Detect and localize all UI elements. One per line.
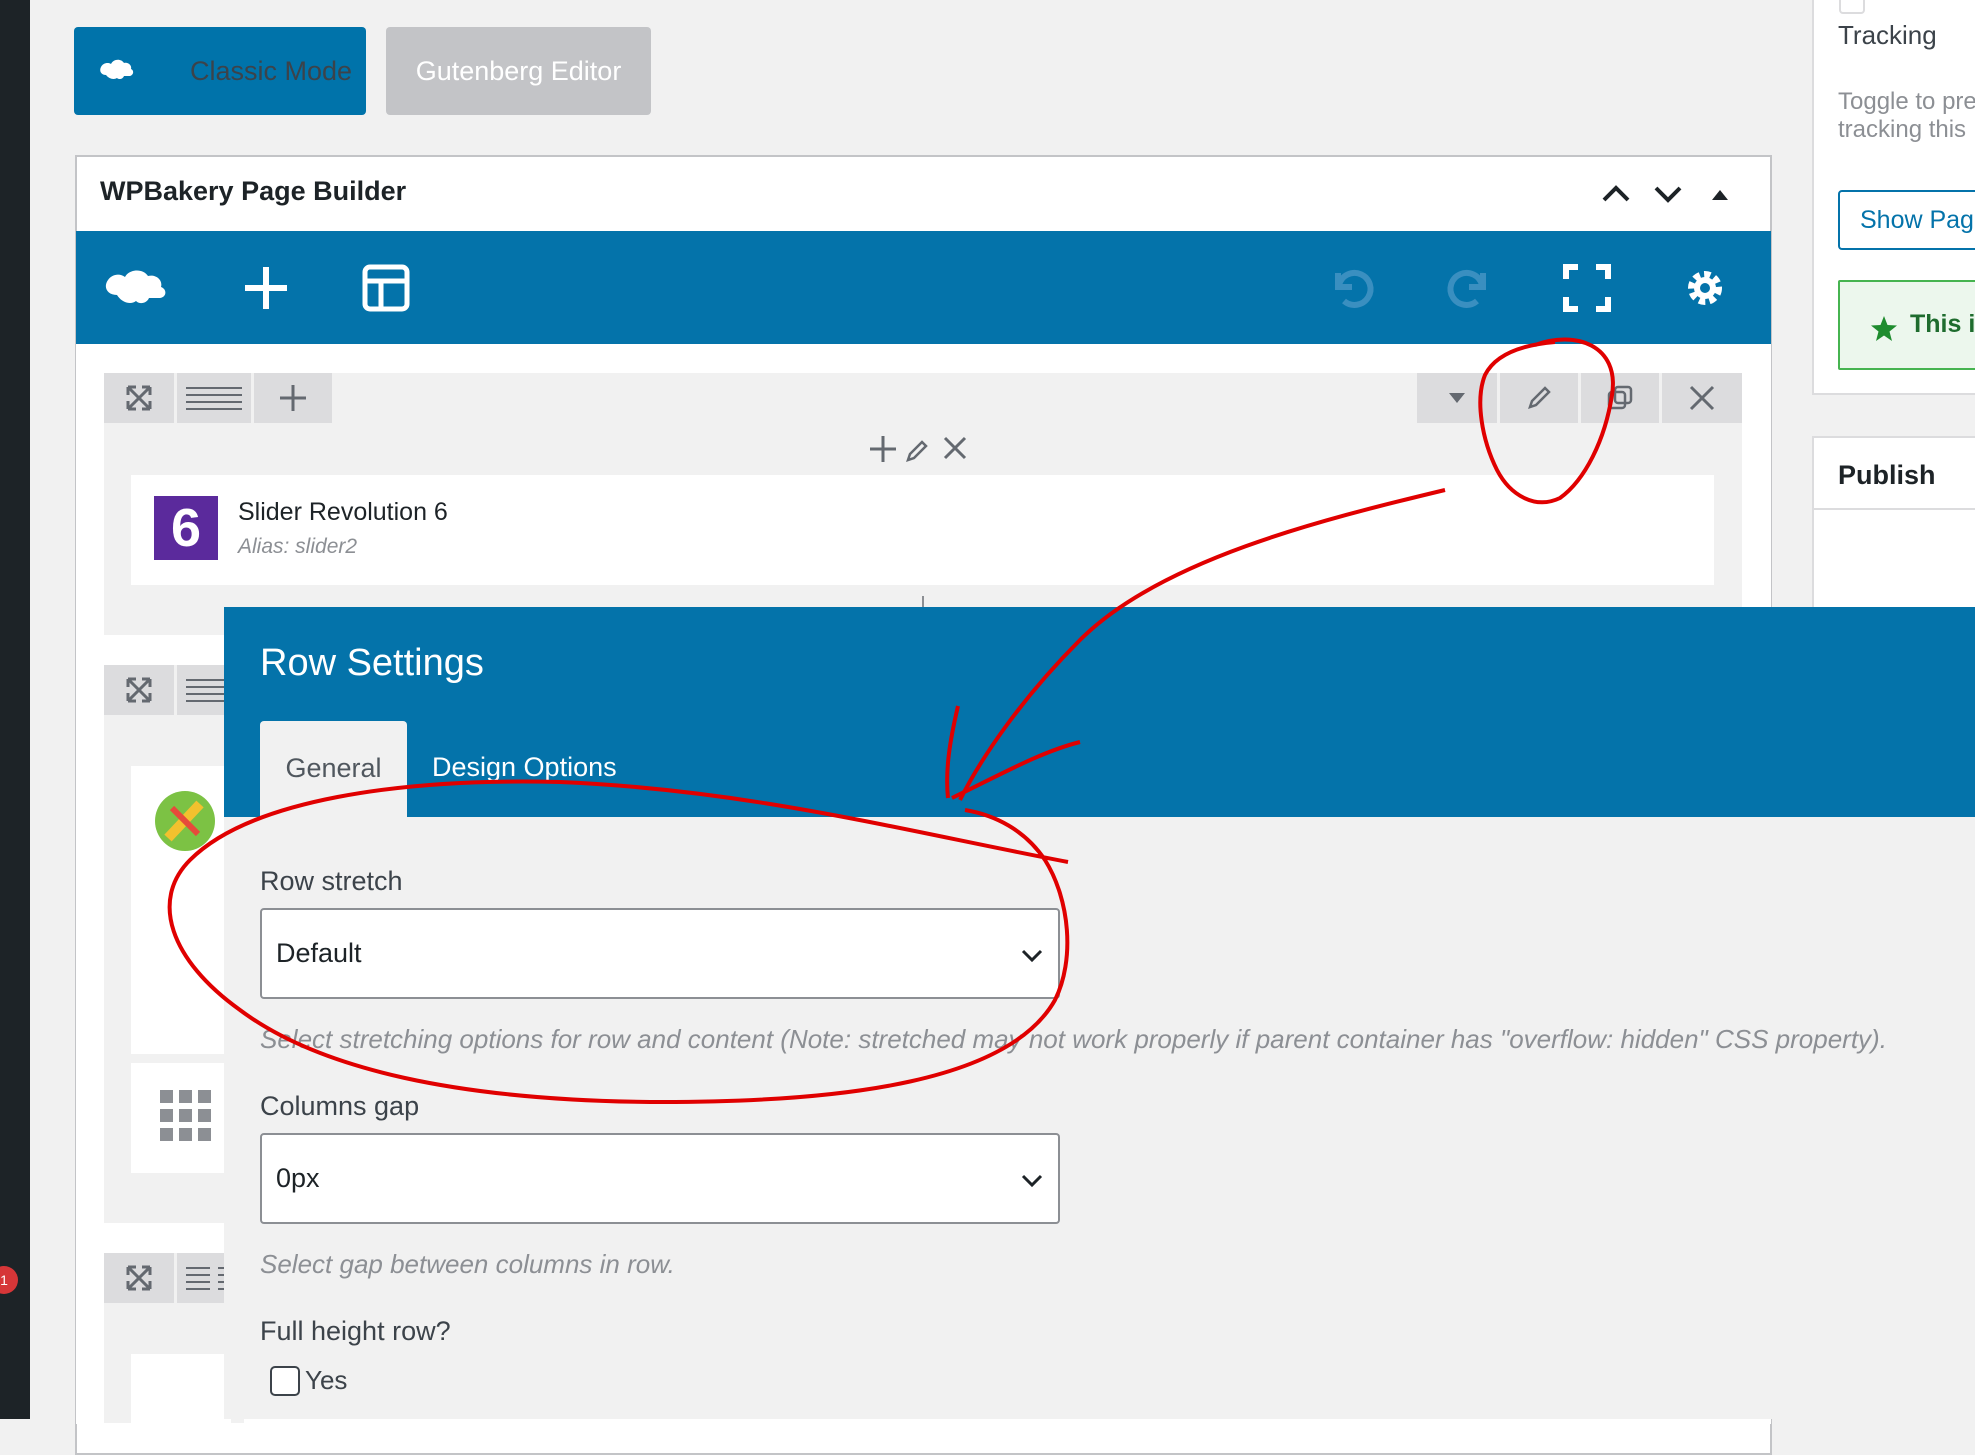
move-arrows-icon xyxy=(126,677,152,703)
admin-menu-strip xyxy=(0,0,30,1419)
settings-icon[interactable] xyxy=(1678,261,1732,315)
row-delete-button[interactable] xyxy=(1662,373,1742,423)
tab-design-options[interactable]: Design Options xyxy=(432,752,617,783)
column-edit-icon xyxy=(906,440,928,462)
row-stretch-label: Row stretch xyxy=(260,866,403,896)
classic-mode-button[interactable]: Classic Mode xyxy=(74,27,366,115)
pencil-ruler-icon xyxy=(154,790,216,852)
star-icon xyxy=(1871,316,1897,341)
row-move-button[interactable] xyxy=(104,373,174,423)
full-height-label: Full height row? xyxy=(260,1316,451,1346)
row-move-button[interactable] xyxy=(104,665,174,715)
row-edit-button[interactable] xyxy=(1500,373,1578,423)
redo-icon[interactable] xyxy=(1443,261,1497,315)
row-move-button[interactable] xyxy=(104,1253,174,1303)
wpbakery-cloud-icon xyxy=(100,59,134,80)
tab-general[interactable]: General xyxy=(260,721,407,817)
row-settings-header xyxy=(224,607,1975,817)
row-clone-button[interactable] xyxy=(1581,373,1659,423)
move-arrows-icon xyxy=(126,1265,152,1291)
exclude-checkbox[interactable] xyxy=(1839,0,1865,14)
show-page-button[interactable]: Show Page xyxy=(1838,190,1975,250)
wpbakery-title: WPBakery Page Builder xyxy=(100,176,407,206)
undo-icon[interactable] xyxy=(1324,261,1378,315)
row-add-column-button[interactable] xyxy=(254,373,332,423)
notice-box: This is xyxy=(1838,280,1975,370)
row-stretch-select[interactable]: Default xyxy=(260,908,1060,999)
move-down-icon[interactable] xyxy=(1652,178,1684,210)
grid-icon xyxy=(160,1090,212,1142)
row-layout-button[interactable] xyxy=(177,373,251,423)
tracking-label: Tracking xyxy=(1838,20,1937,50)
fullscreen-icon[interactable] xyxy=(1560,261,1614,315)
row-stretch-help: Select stretching options for row and co… xyxy=(260,1024,1887,1054)
element-title: Slider Revolution 6 xyxy=(238,498,448,526)
full-height-option-label: Yes xyxy=(305,1365,348,1395)
add-icon xyxy=(280,385,306,411)
row-settings-title: Row Settings xyxy=(260,642,484,684)
caret-down-icon xyxy=(1449,393,1465,403)
toggle-help-line-2: tracking this xyxy=(1838,116,1967,143)
move-up-icon[interactable] xyxy=(1600,178,1632,210)
chevron-down-icon xyxy=(1021,1174,1043,1188)
column-delete-icon xyxy=(943,436,967,460)
chevron-down-icon xyxy=(1021,949,1043,963)
slider-revolution-element[interactable] xyxy=(131,475,1714,585)
columns-gap-help: Select gap between columns in row. xyxy=(260,1249,675,1279)
gutenberg-editor-button[interactable]: Gutenberg Editor xyxy=(386,27,651,115)
add-icon[interactable] xyxy=(239,261,293,315)
column-controls xyxy=(867,434,977,464)
slider-revolution-logo: 6 xyxy=(154,496,218,560)
toggle-help-line-1: Toggle to pre xyxy=(1838,88,1975,115)
collapse-toggle-icon[interactable] xyxy=(1704,178,1736,210)
templates-icon[interactable] xyxy=(359,261,413,315)
column-add-icon xyxy=(870,436,896,462)
element-card[interactable] xyxy=(131,1354,231,1424)
close-icon xyxy=(1689,385,1715,411)
row-toggle-button[interactable] xyxy=(1417,373,1497,423)
notice-text: This is xyxy=(1910,310,1975,338)
move-arrows-icon xyxy=(126,385,152,411)
wpbakery-toolbar xyxy=(76,231,1771,344)
row-stretch-value: Default xyxy=(276,938,362,968)
full-height-checkbox[interactable] xyxy=(270,1366,300,1396)
clone-icon xyxy=(1607,385,1633,410)
metabox-controls xyxy=(1600,174,1760,214)
classic-mode-label: Classic Mode xyxy=(190,55,353,86)
columns-gap-label: Columns gap xyxy=(260,1091,420,1121)
element-alias: Alias: slider2 xyxy=(238,535,358,558)
columns-gap-value: 0px xyxy=(276,1163,320,1193)
wpbakery-logo-icon[interactable] xyxy=(103,261,179,315)
columns-gap-select[interactable]: 0px xyxy=(260,1133,1060,1224)
pencil-icon xyxy=(1528,386,1551,409)
publish-title: Publish xyxy=(1838,460,1936,490)
layout-lines-icon xyxy=(186,387,242,410)
